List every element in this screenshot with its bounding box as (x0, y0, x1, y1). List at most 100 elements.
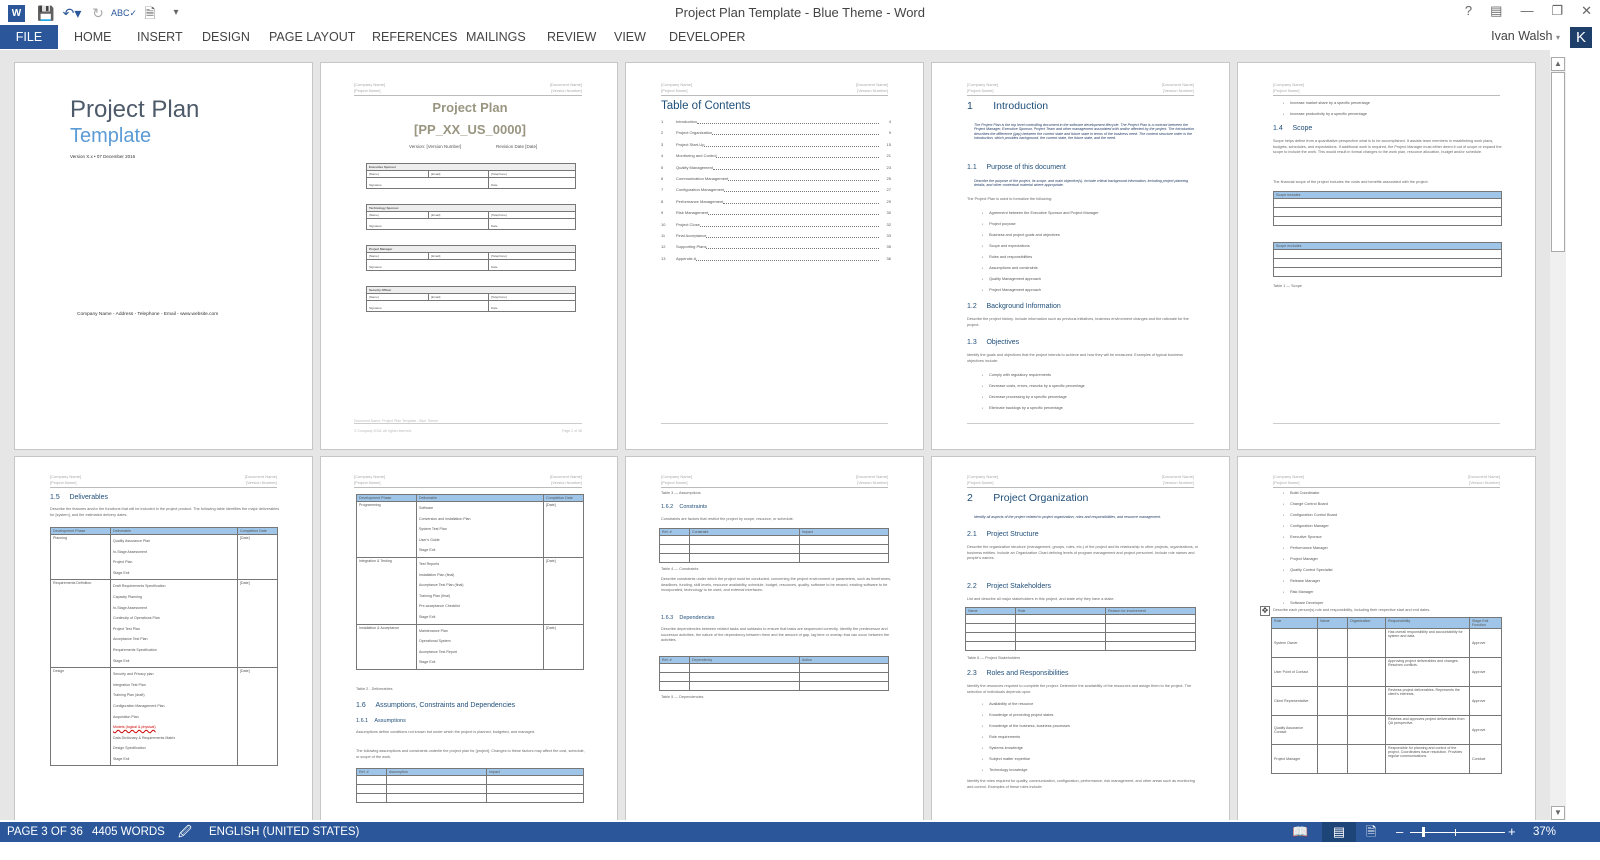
read-mode-icon[interactable]: 📖 (1292, 822, 1308, 842)
signoff-field[interactable]: [Name] (365, 211, 430, 219)
name-cell[interactable] (1317, 715, 1348, 745)
deliverable-cell[interactable]: Test Reports Installation Plan (final) Acc… (416, 556, 544, 625)
print-layout-icon[interactable]: ▤ (1322, 822, 1356, 842)
date-cell[interactable]: [Date] (543, 623, 584, 670)
name-cell[interactable] (1317, 686, 1348, 716)
table-cell[interactable] (1273, 216, 1502, 226)
signoff-field[interactable]: [Telephone] (488, 252, 576, 260)
signoff-field[interactable]: [Email] (428, 293, 490, 301)
phase-cell[interactable]: Installation & Acceptance (356, 623, 417, 670)
table-move-handle-icon[interactable]: ✥ (1260, 606, 1270, 616)
signature-field[interactable]: Signature (365, 300, 490, 312)
table-cell[interactable] (1015, 623, 1106, 633)
name-cell[interactable] (1317, 628, 1348, 658)
date-field[interactable]: Date (488, 218, 576, 230)
deliverable-cell[interactable]: Security and Privacy plan Integration Tes… (110, 667, 238, 767)
responsibility-cell[interactable]: Reviews and approves project deliverable… (1385, 715, 1470, 745)
table-cell[interactable] (799, 681, 889, 691)
organization-cell[interactable] (1347, 715, 1386, 745)
close-icon[interactable]: ✕ (1581, 3, 1592, 19)
zoom-level[interactable]: 37% (1533, 822, 1556, 842)
web-layout-icon[interactable]: 🗎 (1366, 822, 1376, 842)
deliverable-cell[interactable]: Quality Assurance Plan In-Stage Assessmen… (110, 533, 238, 581)
function-cell[interactable]: Approve (1469, 657, 1502, 687)
table-cell[interactable] (356, 784, 387, 794)
date-cell[interactable]: [Date] (237, 579, 278, 669)
tab-design[interactable]: DESIGN (190, 25, 262, 49)
signoff-field[interactable]: [Name] (365, 170, 430, 178)
tab-developer[interactable]: DEVELOPER (657, 25, 757, 49)
table-cell[interactable] (486, 784, 584, 794)
organization-cell[interactable] (1347, 686, 1386, 716)
table-cell[interactable] (1273, 207, 1502, 217)
function-cell[interactable]: Conduct (1469, 744, 1502, 774)
signoff-field[interactable]: [Name] (365, 252, 430, 260)
table-cell[interactable] (799, 672, 889, 682)
table-cell[interactable] (356, 775, 387, 785)
scroll-down-icon[interactable]: ▼ (1551, 806, 1565, 820)
deliverable-cell[interactable]: Maintenance Plan Operational System Accept… (416, 623, 544, 670)
organization-cell[interactable] (1347, 628, 1386, 658)
table-cell[interactable] (965, 632, 1016, 642)
tab-review[interactable]: REVIEW (535, 25, 608, 49)
zoom-out-button[interactable]: – (1396, 822, 1403, 842)
toc-entry[interactable]: 1 Introduction 4 (661, 119, 891, 130)
user-account[interactable]: Ivan Walsh ▾ (1491, 29, 1560, 43)
deliverable-cell[interactable]: Draft Requirements Specification Capacity… (110, 579, 238, 669)
vertical-scrollbar[interactable]: ▲ ▼ (1550, 57, 1566, 820)
page-count[interactable]: PAGE 3 OF 36 (7, 822, 83, 842)
tab-mailings[interactable]: MAILINGS (454, 25, 538, 49)
table-cell[interactable] (659, 535, 690, 545)
toc-entry[interactable]: 7 Configuration Management 27 (661, 187, 891, 198)
table-cell[interactable] (689, 681, 800, 691)
toc-entry[interactable]: 4 Monitoring and Control 21 (661, 153, 891, 164)
responsibility-cell[interactable]: Has overall responsibility and accountab… (1385, 628, 1470, 658)
table-cell[interactable] (689, 663, 800, 673)
toc-entry[interactable]: 3 Project Start-Up 15 (661, 142, 891, 153)
function-cell[interactable]: Approve (1469, 715, 1502, 745)
date-field[interactable]: Date (488, 259, 576, 271)
table-cell[interactable] (386, 775, 487, 785)
restore-icon[interactable]: ❐ (1551, 3, 1563, 19)
signoff-field[interactable]: [Telephone] (488, 293, 576, 301)
table-cell[interactable] (659, 672, 690, 682)
role-cell[interactable]: Client Representative (1271, 686, 1318, 716)
table-cell[interactable] (1015, 641, 1106, 651)
signoff-field[interactable]: [Telephone] (488, 211, 576, 219)
table-cell[interactable] (659, 681, 690, 691)
toc-entry[interactable]: 8 Performance Management 29 (661, 199, 891, 210)
tab-view[interactable]: VIEW (602, 25, 658, 49)
table-cell[interactable] (659, 553, 690, 563)
role-cell[interactable]: User Point of Contact (1271, 657, 1318, 687)
date-cell[interactable]: [Date] (543, 501, 584, 558)
table-cell[interactable] (659, 663, 690, 673)
table-cell[interactable] (799, 544, 889, 554)
document-canvas[interactable]: Project Plan Template Version X.x • 07 D… (0, 50, 1550, 820)
table-cell[interactable] (1105, 623, 1196, 633)
toc-entry[interactable]: 12 Supporting Plans 35 (661, 244, 891, 255)
signoff-field[interactable]: [Name] (365, 293, 430, 301)
signature-field[interactable]: Signature (365, 177, 490, 189)
table-cell[interactable] (799, 553, 889, 563)
avatar[interactable]: K (1570, 27, 1592, 48)
tab-insert[interactable]: INSERT (125, 25, 195, 49)
date-cell[interactable]: [Date] (237, 533, 278, 581)
table-cell[interactable] (965, 641, 1016, 651)
table-cell[interactable] (1015, 632, 1106, 642)
table-cell[interactable] (1105, 614, 1196, 624)
function-cell[interactable]: Approve (1469, 628, 1502, 658)
date-field[interactable]: Date (488, 177, 576, 189)
signature-field[interactable]: Signature (365, 259, 490, 271)
toc-entry[interactable]: 9 Risk Management 30 (661, 210, 891, 221)
scroll-up-icon[interactable]: ▲ (1551, 57, 1565, 71)
toc-entry[interactable]: 5 Quality Management 23 (661, 165, 891, 176)
signoff-field[interactable]: [Email] (428, 211, 490, 219)
toc-entry[interactable]: 2 Project Organization 9 (661, 130, 891, 141)
date-field[interactable]: Date (488, 300, 576, 312)
organization-cell[interactable] (1347, 657, 1386, 687)
table-cell[interactable] (689, 544, 800, 554)
role-cell[interactable]: Project Manager (1271, 744, 1318, 774)
phase-cell[interactable]: Integration & Testing (356, 556, 417, 625)
language[interactable]: ENGLISH (UNITED STATES) (209, 822, 359, 842)
name-cell[interactable] (1317, 744, 1348, 774)
